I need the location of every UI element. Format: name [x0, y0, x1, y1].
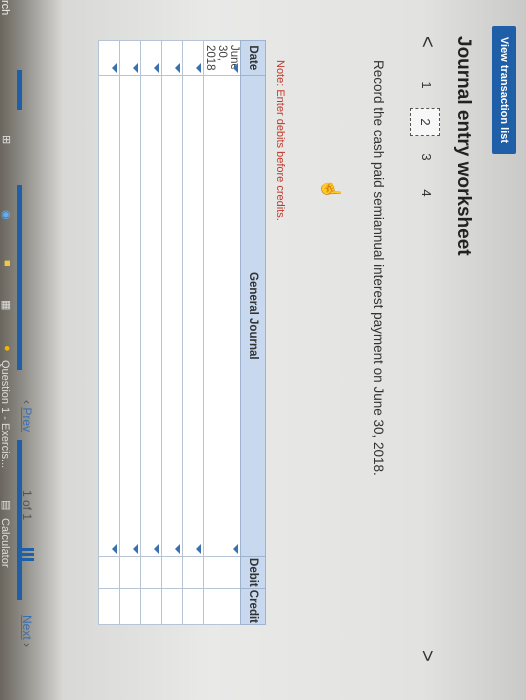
next-step-arrow[interactable]: >: [415, 650, 438, 662]
scroll-bar-middle[interactable]: [17, 185, 22, 370]
table-row: [161, 40, 183, 625]
date-cell[interactable]: [119, 40, 141, 76]
page-indicator: 1 of 1: [20, 490, 34, 521]
header-date: Date: [240, 40, 266, 76]
chrome-icon[interactable]: ●: [1, 345, 13, 352]
step-4[interactable]: 4: [412, 180, 440, 206]
date-cell[interactable]: [140, 40, 162, 76]
date-cell[interactable]: [182, 40, 204, 76]
taskbar-icons-1[interactable]: ⊞: [0, 135, 13, 144]
view-transaction-list-button[interactable]: View transaction list: [492, 26, 516, 154]
edge-icon[interactable]: ◉: [0, 210, 13, 220]
date-cell[interactable]: [161, 40, 183, 76]
debit-credit-note: Note: Enter debits before credits.: [274, 60, 286, 221]
page-title: Journal entry worksheet: [453, 36, 474, 256]
date-cell[interactable]: June 30, 2018: [203, 40, 241, 76]
journal-cell[interactable]: [203, 75, 241, 557]
table-row: [182, 40, 204, 625]
debit-cell[interactable]: [161, 556, 183, 589]
scroll-bar-left[interactable]: [17, 70, 22, 110]
hand-pointer-icon: ☝: [321, 178, 341, 201]
prev-link[interactable]: ‹ Prev: [20, 400, 34, 432]
credit-cell[interactable]: [161, 588, 183, 625]
instruction-text: Record the cash paid semiannual interest…: [371, 60, 386, 476]
step-2[interactable]: 2: [410, 108, 440, 136]
debit-cell[interactable]: [182, 556, 204, 589]
debit-cell[interactable]: [203, 556, 241, 589]
table-row: [140, 40, 162, 625]
debit-cell[interactable]: [98, 556, 120, 589]
store-icon[interactable]: ▦: [0, 300, 13, 310]
calculator-icon[interactable]: ▤: [0, 500, 13, 510]
journal-cell[interactable]: [98, 75, 120, 557]
debit-cell[interactable]: [140, 556, 162, 589]
photo-frame: View transaction list Journal entry work…: [0, 0, 526, 700]
table-row: [119, 40, 141, 625]
header-debit: Debit: [240, 556, 266, 589]
credit-cell[interactable]: [98, 588, 120, 625]
worksheet-canvas: View transaction list Journal entry work…: [0, 0, 526, 700]
credit-cell[interactable]: [203, 588, 241, 625]
date-cell[interactable]: [98, 40, 120, 76]
journal-cell[interactable]: [161, 75, 183, 557]
taskbar-search[interactable]: rch: [0, 0, 11, 15]
table-row: [98, 40, 120, 625]
taskbar-calculator[interactable]: Calculator: [0, 518, 11, 568]
credit-cell[interactable]: [182, 588, 204, 625]
step-1[interactable]: 1: [412, 72, 440, 98]
journal-cell[interactable]: [119, 75, 141, 557]
credit-cell[interactable]: [140, 588, 162, 625]
header-general-journal: General Journal: [240, 75, 266, 557]
journal-cell[interactable]: [140, 75, 162, 557]
journal-table: Date General Journal Debit Credit June 3…: [98, 40, 266, 625]
header-credit: Credit: [240, 588, 266, 625]
next-link[interactable]: Next ›: [20, 615, 34, 647]
folder-icon[interactable]: ■: [1, 260, 13, 267]
debit-cell[interactable]: [119, 556, 141, 589]
grid-icon[interactable]: [20, 548, 34, 562]
taskbar-question[interactable]: Question 1 - Exercis...: [0, 360, 11, 468]
table-row: June 30, 2018: [203, 40, 241, 625]
step-3[interactable]: 3: [412, 144, 440, 170]
credit-cell[interactable]: [119, 588, 141, 625]
journal-cell[interactable]: [182, 75, 204, 557]
prev-step-arrow[interactable]: <: [415, 36, 438, 48]
